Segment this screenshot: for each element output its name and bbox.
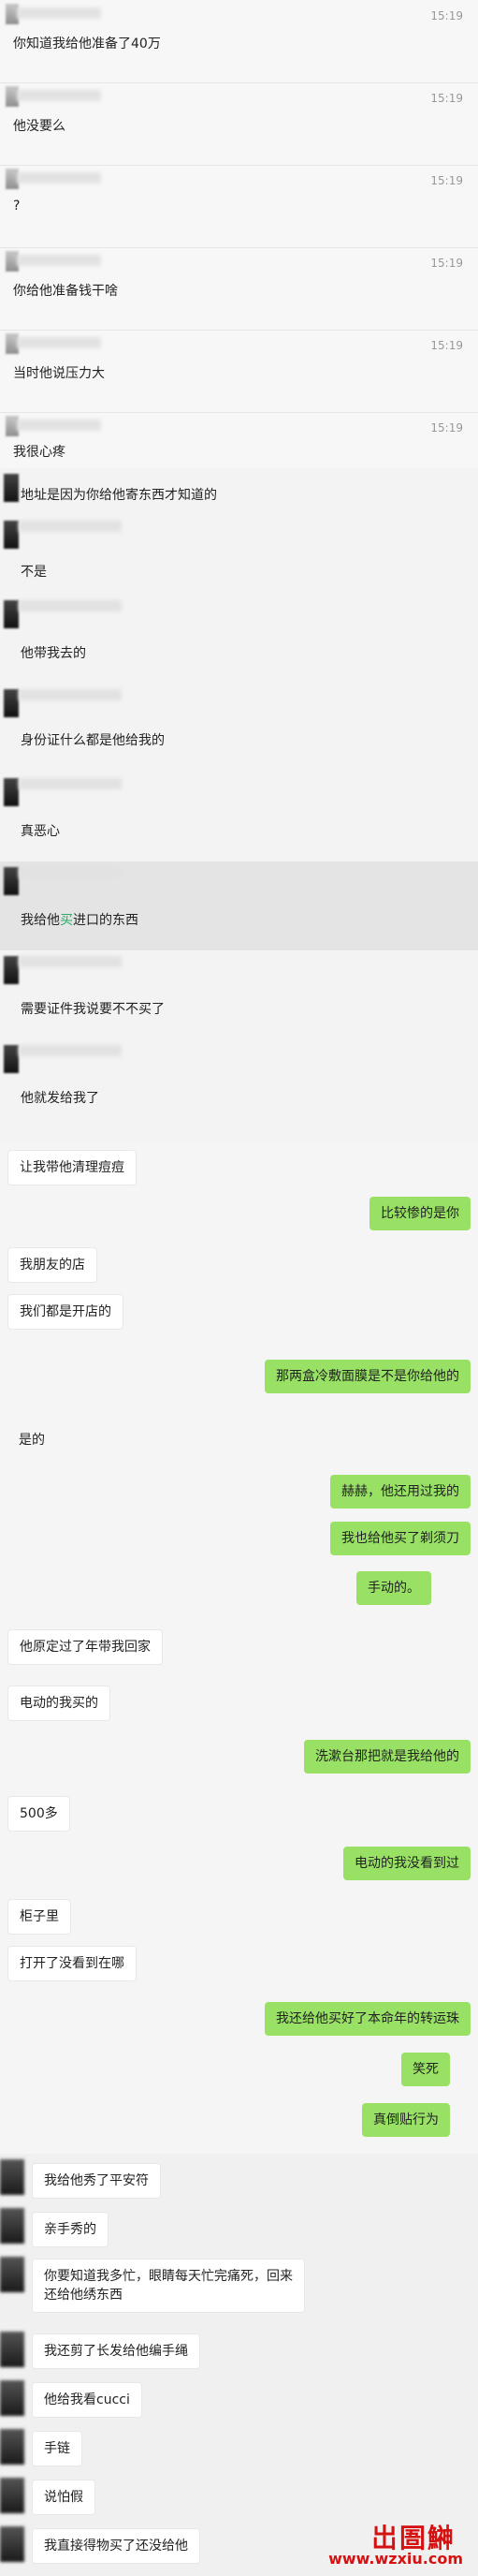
message-bubble-received[interactable]: 你要知道我多忙，眼睛每天忙完痛死，回来 还给他绣东西 (32, 2259, 305, 2313)
watermark: 岀圄鰰 www.wzxiu.com (234, 2514, 472, 2570)
avatar (0, 2380, 24, 2416)
avatar (4, 474, 19, 502)
message-text: 真恶心 (21, 824, 60, 839)
avatar (0, 2208, 24, 2244)
sender-name (19, 689, 122, 700)
sender-name (17, 337, 101, 348)
message-row[interactable]: 他就发给我了 (0, 1039, 478, 1142)
message-time: 15:19 (430, 421, 463, 434)
message-text: 我很心疼 (13, 445, 65, 460)
message-text: 我给他买进口的东西 (21, 913, 138, 928)
message-time: 15:19 (430, 339, 463, 352)
message-text: 当时他说压力大 (13, 366, 105, 381)
message-row-highlighted[interactable]: 我给他买进口的东西 (0, 861, 478, 950)
message-row[interactable]: 他带我去的 (0, 595, 478, 684)
message-bubble-received[interactable]: 我还剪了长发给他编手绳 (32, 2333, 200, 2369)
message-bubble-received[interactable]: 说怕假 (32, 2480, 95, 2515)
message-text: 他没要么 (13, 119, 65, 134)
message-bubble-received[interactable]: 我朋友的店 (7, 1247, 97, 1283)
message-bubble-received[interactable]: 是的 (7, 1423, 56, 1457)
message-bubble-sent[interactable]: 手动的。 (356, 1571, 431, 1605)
sender-name (19, 1045, 122, 1056)
message-time: 15:19 (430, 257, 463, 270)
message-time: 15:19 (430, 174, 463, 187)
sender-name (19, 956, 122, 967)
sender-name (17, 172, 101, 184)
message-row[interactable]: 身份证什么都是他给我的 (0, 684, 478, 773)
message-bubble-received[interactable]: 500多 (7, 1796, 70, 1832)
chat-section-4: 我给他秀了平安符 亲手秀的 你要知道我多忙，眼睛每天忙完痛死，回来 还给他绣东西… (0, 2154, 478, 2576)
message-text: 你知道我给他准备了40万 (13, 37, 161, 52)
message-row[interactable]: 15:19 你给他准备钱干啥 (0, 247, 478, 331)
message-bubble-received[interactable]: 我们都是开店的 (7, 1294, 123, 1330)
message-text: 需要证件我说要不不买了 (21, 1002, 165, 1017)
avatar (0, 2332, 24, 2367)
message-bubble-sent[interactable]: 那两盒冷敷面膜是不是你给他的 (265, 1360, 471, 1393)
message-bubble-received[interactable]: 手链 (32, 2431, 82, 2466)
avatar (4, 778, 19, 806)
avatar (4, 867, 19, 895)
avatar (0, 2429, 24, 2465)
message-bubble-received[interactable]: 电动的我买的 (7, 1685, 110, 1721)
message-row[interactable]: 需要证件我说要不不买了 (0, 950, 478, 1039)
message-bubble-received[interactable]: 柜子里 (7, 1899, 71, 1935)
message-text: ? (13, 199, 21, 213)
watermark-url: www.wzxiu.com (328, 2550, 463, 2568)
message-text: 他带我去的 (21, 646, 86, 661)
message-bubble-received[interactable]: 他给我看cucci (32, 2382, 142, 2418)
sender-name (19, 521, 122, 532)
message-bubble-received[interactable]: 打开了没看到在哪 (7, 1946, 137, 1981)
sender-name (19, 778, 122, 789)
message-text: 你给他准备钱干啥 (13, 284, 118, 299)
message-bubble-sent[interactable]: 赫赫，他还用过我的 (330, 1475, 471, 1509)
avatar (0, 2257, 24, 2292)
avatar (4, 689, 19, 717)
avatar (4, 1045, 19, 1073)
chat-section-1: 15:19 你知道我给他准备了40万 15:19 他没要么 15:19 ? 15… (0, 0, 478, 468)
avatar (0, 2478, 24, 2513)
message-bubble-sent[interactable]: 我也给他买了剃须刀 (330, 1522, 471, 1555)
message-bubble-received[interactable]: 亲手秀的 (32, 2212, 109, 2247)
message-text: 身份证什么都是他给我的 (21, 733, 165, 748)
message-text: 地址是因为你给他寄东西才知道的 (21, 488, 217, 503)
message-row[interactable]: 15:19 当时他说压力大 (0, 330, 478, 413)
sender-name (17, 420, 101, 431)
message-text: 不是 (21, 565, 47, 580)
message-bubble-sent[interactable]: 真倒贴行为 (362, 2103, 450, 2137)
message-row[interactable]: 15:19 你知道我给他准备了40万 (0, 0, 478, 83)
avatar (4, 956, 19, 984)
message-bubble-sent[interactable]: 比较惨的是你 (369, 1197, 471, 1230)
message-bubble-sent[interactable]: 洗漱台那把就是我给他的 (304, 1740, 471, 1774)
message-bubble-received[interactable]: 我直接得物买了还没给他 (32, 2528, 200, 2564)
sender-name (19, 867, 122, 878)
avatar (4, 600, 19, 628)
message-time: 15:19 (430, 9, 463, 22)
message-bubble-received[interactable]: 让我带他清理痘痘 (7, 1150, 137, 1185)
message-row[interactable]: 15:19 他没要么 (0, 82, 478, 166)
avatar (4, 521, 19, 549)
sender-name (17, 90, 101, 101)
sender-name (17, 255, 101, 266)
message-row[interactable]: 不是 (0, 515, 478, 595)
message-row[interactable]: 真恶心 (0, 773, 478, 861)
sender-name (17, 7, 101, 19)
chat-section-2: 地址是因为你给他寄东西才知道的 不是 他带我去的 身份证什么都是他给我的 真恶心… (0, 468, 478, 1142)
message-bubble-sent[interactable]: 电动的我没看到过 (343, 1847, 471, 1880)
message-bubble-received[interactable]: 他原定过了年带我回家 (7, 1629, 163, 1665)
avatar (0, 2159, 24, 2195)
avatar (0, 2526, 24, 2562)
sender-name (19, 600, 122, 611)
message-time: 15:19 (430, 92, 463, 105)
message-bubble-sent[interactable]: 笑死 (401, 2053, 450, 2086)
message-row[interactable]: 15:19 我很心疼 (0, 412, 478, 468)
message-bubble-sent[interactable]: 我还给他买好了本命年的转运珠 (265, 2002, 471, 2036)
message-text: 他就发给我了 (21, 1091, 99, 1106)
chat-section-3: 让我带他清理痘痘 比较惨的是你 我朋友的店 我们都是开店的 那两盒冷敷面膜是不是… (0, 1142, 478, 2154)
message-row[interactable]: 15:19 ? (0, 165, 478, 248)
message-row[interactable]: 地址是因为你给他寄东西才知道的 (0, 468, 478, 515)
message-bubble-received[interactable]: 我给他秀了平安符 (32, 2163, 161, 2199)
